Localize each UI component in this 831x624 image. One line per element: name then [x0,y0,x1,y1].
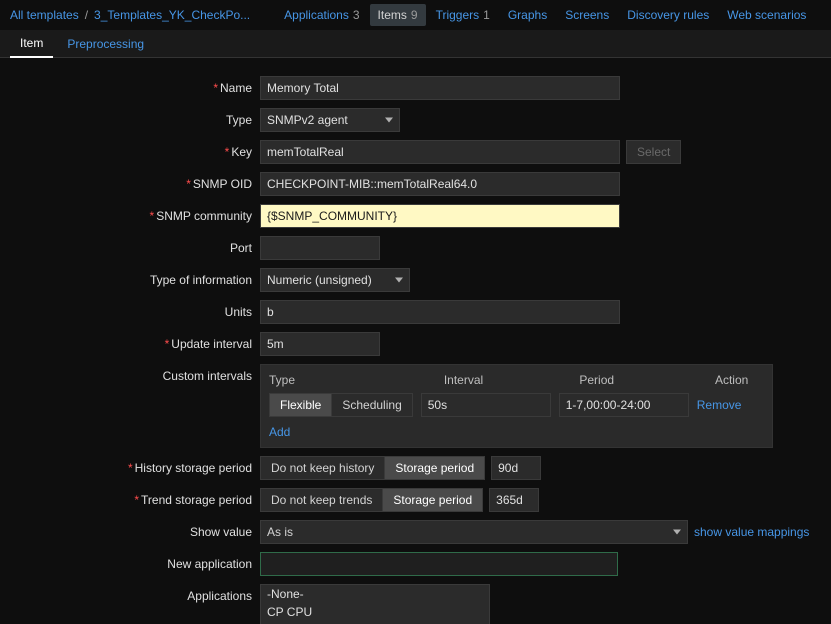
breadcrumb: All templates / 3_Templates_YK_CheckPo..… [10,8,250,22]
info-type-value: Numeric (unsigned) [267,273,372,287]
nav-discovery[interactable]: Discovery rules [619,4,717,26]
seg-flexible[interactable]: Flexible [270,394,332,416]
label-port: Port [20,236,260,255]
custom-intervals-panel: Type Interval Period Action Flexible Sch… [260,364,773,448]
nav-label: Discovery rules [627,8,709,22]
name-input[interactable] [260,76,620,100]
custom-intervals-header: Type Interval Period Action [269,373,764,387]
tab-preprocessing[interactable]: Preprocessing [57,31,154,57]
breadcrumb-root[interactable]: All templates [10,8,79,22]
history-segmented: Do not keep history Storage period [260,456,485,480]
ci-add-link[interactable]: Add [269,425,290,439]
chevron-down-icon [673,530,681,535]
ci-header-type: Type [269,373,436,387]
label-history-period: *History storage period [20,456,260,475]
nav-graphs[interactable]: Graphs [500,4,555,26]
trend-do-not-keep[interactable]: Do not keep trends [261,489,383,511]
nav-label: Screens [565,8,609,22]
applications-listbox[interactable]: -None- CP CPU CP General CP Memory [260,584,490,624]
label-new-application: New application [20,552,260,571]
trend-value-input[interactable] [489,488,539,512]
nav-screens[interactable]: Screens [557,4,617,26]
ci-period-input[interactable] [559,393,689,417]
type-select-value: SNMPv2 agent [267,113,348,127]
ci-header-action: Action [715,373,764,387]
tabs: Item Preprocessing [0,30,831,58]
key-select-button: Select [626,140,681,164]
custom-interval-row: Flexible Scheduling Remove [269,393,764,417]
ci-remove-link[interactable]: Remove [697,398,742,412]
nav-label: Graphs [508,8,547,22]
label-type: Type [20,108,260,127]
nav-applications[interactable]: Applications 3 [276,4,367,26]
key-input[interactable] [260,140,620,164]
label-custom-intervals: Custom intervals [20,364,260,383]
label-name: *Name [20,76,260,95]
nav-items[interactable]: Items 9 [370,4,426,26]
app-option-none[interactable]: -None- [261,585,489,603]
ci-type-segmented: Flexible Scheduling [269,393,413,417]
trend-storage-period[interactable]: Storage period [383,489,482,511]
ci-header-interval: Interval [444,373,572,387]
new-application-input[interactable] [260,552,618,576]
nav-web-scenarios[interactable]: Web scenarios [719,4,814,26]
snmp-oid-input[interactable] [260,172,620,196]
label-trend-period: *Trend storage period [20,488,260,507]
breadcrumb-separator: / [85,8,88,22]
top-bar: All templates / 3_Templates_YK_CheckPo..… [0,0,831,30]
history-value-input[interactable] [491,456,541,480]
top-nav: Applications 3 Items 9 Triggers 1 Graphs… [276,4,814,26]
nav-triggers[interactable]: Triggers 1 [428,4,498,26]
nav-label: Web scenarios [727,8,806,22]
units-input[interactable] [260,300,620,324]
type-select[interactable]: SNMPv2 agent [260,108,400,132]
nav-label: Triggers [436,8,480,22]
ci-header-period: Period [579,373,707,387]
chevron-down-icon [385,118,393,123]
nav-count: 1 [483,8,490,22]
info-type-select[interactable]: Numeric (unsigned) [260,268,410,292]
show-value-mappings-link[interactable]: show value mappings [694,525,809,539]
label-snmp-community: *SNMP community [20,204,260,223]
show-value-value: As is [267,525,293,539]
show-value-select[interactable]: As is [260,520,688,544]
label-update-interval: *Update interval [20,332,260,351]
label-key: *Key [20,140,260,159]
label-show-value: Show value [20,520,260,539]
form: *Name Type SNMPv2 agent *Key Select *SNM… [0,58,831,624]
snmp-community-input[interactable] [260,204,620,228]
history-do-not-keep[interactable]: Do not keep history [261,457,385,479]
nav-count: 3 [353,8,360,22]
app-option-cp-cpu[interactable]: CP CPU [261,603,489,621]
tab-item[interactable]: Item [10,30,53,58]
ci-interval-input[interactable] [421,393,551,417]
port-input[interactable] [260,236,380,260]
update-interval-input[interactable] [260,332,380,356]
nav-label: Items [378,8,407,22]
chevron-down-icon [395,278,403,283]
nav-label: Applications [284,8,349,22]
history-storage-period[interactable]: Storage period [385,457,484,479]
nav-count: 9 [411,8,418,22]
trend-segmented: Do not keep trends Storage period [260,488,483,512]
seg-scheduling[interactable]: Scheduling [332,394,411,416]
label-applications: Applications [20,584,260,603]
breadcrumb-current[interactable]: 3_Templates_YK_CheckPo... [94,8,250,22]
label-units: Units [20,300,260,319]
label-snmp-oid: *SNMP OID [20,172,260,191]
label-info-type: Type of information [20,268,260,287]
